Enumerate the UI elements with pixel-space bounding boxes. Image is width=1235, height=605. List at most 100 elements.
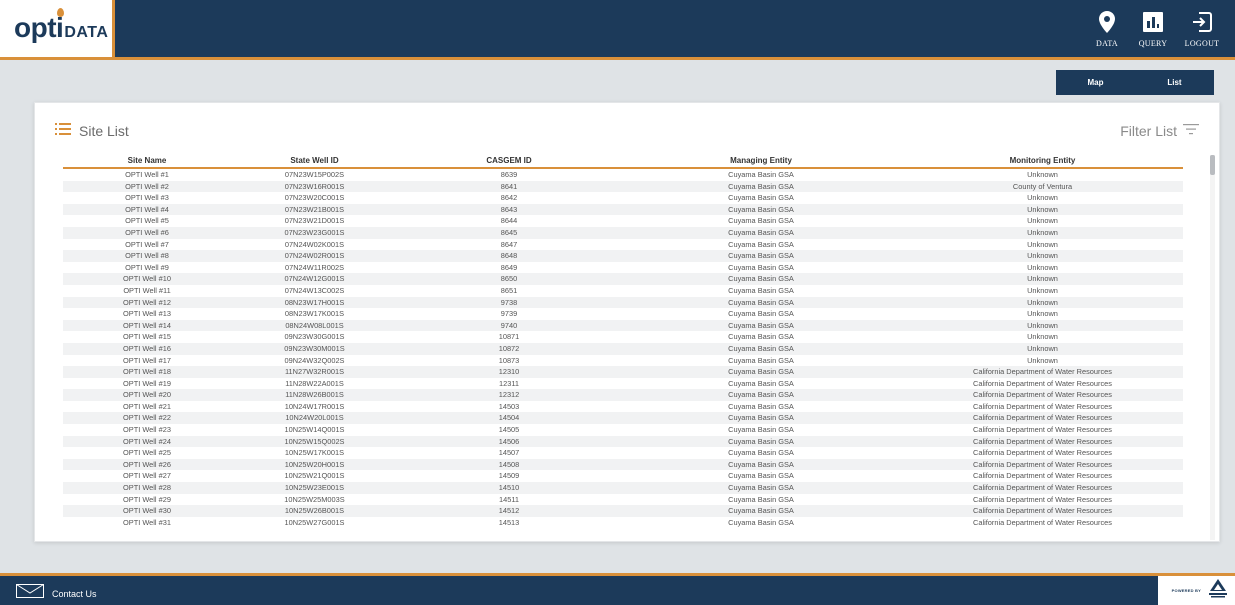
bar-chart-icon (1142, 10, 1164, 34)
list-view-button[interactable]: List (1135, 70, 1214, 95)
logo-area[interactable]: optiDATA (0, 0, 115, 57)
cell-casgem-id: 9740 (500, 320, 518, 330)
table-row[interactable]: OPTI Well #11 07N24W13C002S 8651 Cuyama Bas… (63, 285, 1183, 297)
table-row[interactable]: OPTI Well #15 09N23W30G001S 10871 Cuyama Ba… (63, 331, 1183, 343)
table-row[interactable]: OPTI Well #4 07N23W21B001S 8643 Cuyama Basi… (63, 203, 1183, 216)
nav-data-button[interactable]: DATA (1085, 10, 1129, 48)
cell-managing-entity: Cuyama Basin GSA (728, 239, 794, 249)
cell-managing-entity: Cuyama Basin GSA (728, 181, 794, 191)
table-row[interactable]: OPTI Well #27 10N25W21Q001S 14509 Cuyama Ba… (63, 470, 1183, 482)
table-row[interactable]: OPTI Well #6 07N23W23G001S 8645 Cuyama Basi… (63, 226, 1183, 239)
table-row[interactable]: OPTI Well #26 10N25W20H001S 14508 Cuyama Ba… (63, 458, 1183, 471)
cell-casgem-id: 14505 (498, 425, 520, 435)
cell-managing-entity: Cuyama Basin GSA (728, 227, 794, 237)
cell-monitoring-entity: California Department of Water Resources (973, 367, 1112, 377)
nav-query-button[interactable]: QUERY (1131, 10, 1175, 48)
cell-casgem-id: 8650 (500, 274, 518, 284)
cell-state-well-id: 09N24W32Q002S (284, 355, 345, 365)
cell-site-name: OPTI Well #18 (123, 367, 171, 377)
cell-managing-entity: Cuyama Basin GSA (728, 216, 794, 226)
column-header-state-well-id[interactable]: State Well ID (231, 153, 398, 167)
cell-site-name: OPTI Well #8 (125, 251, 169, 261)
filter-list-button[interactable]: Filter List (1120, 122, 1199, 140)
cell-state-well-id: 07N24W02R001S (284, 251, 345, 261)
table-row[interactable]: OPTI Well #24 10N25W15Q002S 14506 Cuyama Ba… (63, 435, 1183, 448)
table-header: Site Name State Well ID CASGEM ID Managi… (63, 153, 1183, 169)
table-row[interactable]: OPTI Well #18 11N27W32R001S 12310 Cuyama Ba… (63, 366, 1183, 378)
table-row[interactable]: OPTI Well #1 07N23W15P002S 8639 Cuyama Basi… (63, 169, 1183, 181)
table-row[interactable]: OPTI Well #28 10N25W23E001S 14510 Cuyama Ba… (63, 482, 1183, 494)
column-header-casgem-id[interactable]: CASGEM ID (398, 153, 620, 167)
cell-casgem-id: 8651 (500, 285, 518, 295)
cell-monitoring-entity: California Department of Water Resources (973, 459, 1112, 469)
cell-state-well-id: 10N25W15Q002S (284, 436, 345, 446)
column-header-managing-entity[interactable]: Managing Entity (620, 153, 902, 167)
cell-managing-entity: Cuyama Basin GSA (728, 309, 794, 319)
table-row[interactable]: OPTI Well #22 10N24W20L001S 14504 Cuyama Ba… (63, 412, 1183, 425)
table-row[interactable]: OPTI Well #16 09N23W30M001S 10872 Cuyama Ba… (63, 342, 1183, 355)
cell-managing-entity: Cuyama Basin GSA (728, 483, 794, 493)
cell-managing-entity: Cuyama Basin GSA (728, 378, 794, 388)
cell-site-name: OPTI Well #7 (125, 239, 169, 249)
table-row[interactable]: OPTI Well #14 08N24W08L001S 9740 Cuyama Bas… (63, 319, 1183, 332)
cell-casgem-id: 8648 (500, 251, 518, 261)
cell-monitoring-entity: Unknown (1027, 251, 1058, 261)
cell-monitoring-entity: California Department of Water Resources (973, 401, 1112, 411)
table-row[interactable]: OPTI Well #20 11N28W26B001S 12312 Cuyama Ba… (63, 389, 1183, 401)
cell-casgem-id: 12311 (498, 378, 519, 388)
map-view-button[interactable]: Map (1056, 70, 1135, 95)
column-header-site-name[interactable]: Site Name (63, 153, 231, 167)
view-toggle: Map List (1056, 70, 1214, 95)
cell-casgem-id: 8644 (500, 216, 518, 226)
cell-casgem-id: 8641 (500, 181, 518, 191)
cell-state-well-id: 10N25W17K001S (284, 448, 345, 458)
nav-query-label: QUERY (1138, 39, 1168, 48)
table-row[interactable]: OPTI Well #9 07N24W11R002S 8649 Cuyama Basi… (63, 262, 1183, 274)
cell-monitoring-entity: Unknown (1027, 204, 1058, 214)
cell-state-well-id: 10N25W14Q001S (284, 425, 345, 435)
table-row[interactable]: OPTI Well #29 10N25W25M003S 14511 Cuyama Ba… (63, 494, 1183, 506)
logout-icon (1191, 10, 1213, 34)
cell-site-name: OPTI Well #31 (123, 517, 171, 527)
nav-data-label: DATA (1096, 39, 1118, 48)
cell-state-well-id: 10N24W20L001S (285, 413, 344, 423)
cell-monitoring-entity: California Department of Water Resources (973, 483, 1112, 493)
cell-state-well-id: 08N23W17H001S (284, 297, 345, 307)
contact-us-link[interactable]: Contact Us (16, 584, 97, 603)
brand-sub: DATA (64, 24, 109, 41)
table-row[interactable]: OPTI Well #13 08N23W17K001S 9739 Cuyama Bas… (63, 308, 1183, 320)
cell-site-name: OPTI Well #4 (125, 204, 169, 214)
table-row[interactable]: OPTI Well #2 07N23W16R001S 8641 Cuyama Basi… (63, 180, 1183, 193)
footer-bar: Contact Us POWERED BY (0, 576, 1235, 605)
scrollbar-track[interactable] (1210, 155, 1215, 540)
cell-monitoring-entity: Unknown (1027, 332, 1058, 342)
scrollbar-thumb[interactable] (1210, 155, 1215, 175)
table-row[interactable]: OPTI Well #19 11N28W22A001S 12311 Cuyama Ba… (63, 378, 1183, 390)
table-row[interactable]: OPTI Well #23 10N25W14Q001S 14505 Cuyama Ba… (63, 424, 1183, 436)
cell-managing-entity: Cuyama Basin GSA (728, 285, 794, 295)
table-row[interactable]: OPTI Well #7 07N24W02K001S 8647 Cuyama Basi… (63, 239, 1183, 251)
table-row[interactable]: OPTI Well #8 07N24W02R001S 8648 Cuyama Basi… (63, 250, 1183, 262)
table-row[interactable]: OPTI Well #10 07N24W12G001S 8650 Cuyama Bas… (63, 273, 1183, 285)
table-row[interactable]: OPTI Well #5 07N23W21D001S 8644 Cuyama Basi… (63, 215, 1183, 227)
table-row[interactable]: OPTI Well #21 10N24W17R001S 14503 Cuyama Ba… (63, 401, 1183, 413)
cell-site-name: OPTI Well #2 (125, 181, 169, 191)
table-row[interactable]: OPTI Well #31 10N25W27G001S 14513 Cuyama Ba… (63, 517, 1183, 529)
cell-site-name: OPTI Well #1 (125, 170, 169, 179)
powered-by-badge[interactable]: POWERED BY (1158, 576, 1235, 605)
table-row[interactable]: OPTI Well #12 08N23W17H001S 9738 Cuyama Bas… (63, 296, 1183, 309)
table-row[interactable]: OPTI Well #3 07N23W20C001S 8642 Cuyama Basi… (63, 192, 1183, 204)
table-row[interactable]: OPTI Well #25 10N25W17K001S 14507 Cuyama Ba… (63, 447, 1183, 459)
cell-casgem-id: 12310 (498, 367, 520, 377)
column-header-monitoring-entity[interactable]: Monitoring Entity (902, 153, 1183, 167)
cell-site-name: OPTI Well #23 (123, 425, 171, 435)
table-row[interactable]: OPTI Well #17 09N24W32Q002S 10873 Cuyama Ba… (63, 355, 1183, 367)
table-row[interactable]: OPTI Well #30 10N25W26B001S 14512 Cuyama Ba… (63, 505, 1183, 517)
cell-casgem-id: 9738 (500, 297, 518, 307)
nav-logout-button[interactable]: LOGOUT (1180, 10, 1224, 48)
cell-site-name: OPTI Well #24 (123, 436, 171, 446)
cell-site-name: OPTI Well #22 (123, 413, 171, 423)
cell-managing-entity: Cuyama Basin GSA (728, 251, 794, 261)
cell-monitoring-entity: Unknown (1027, 320, 1058, 330)
cell-casgem-id: 10873 (498, 355, 520, 365)
